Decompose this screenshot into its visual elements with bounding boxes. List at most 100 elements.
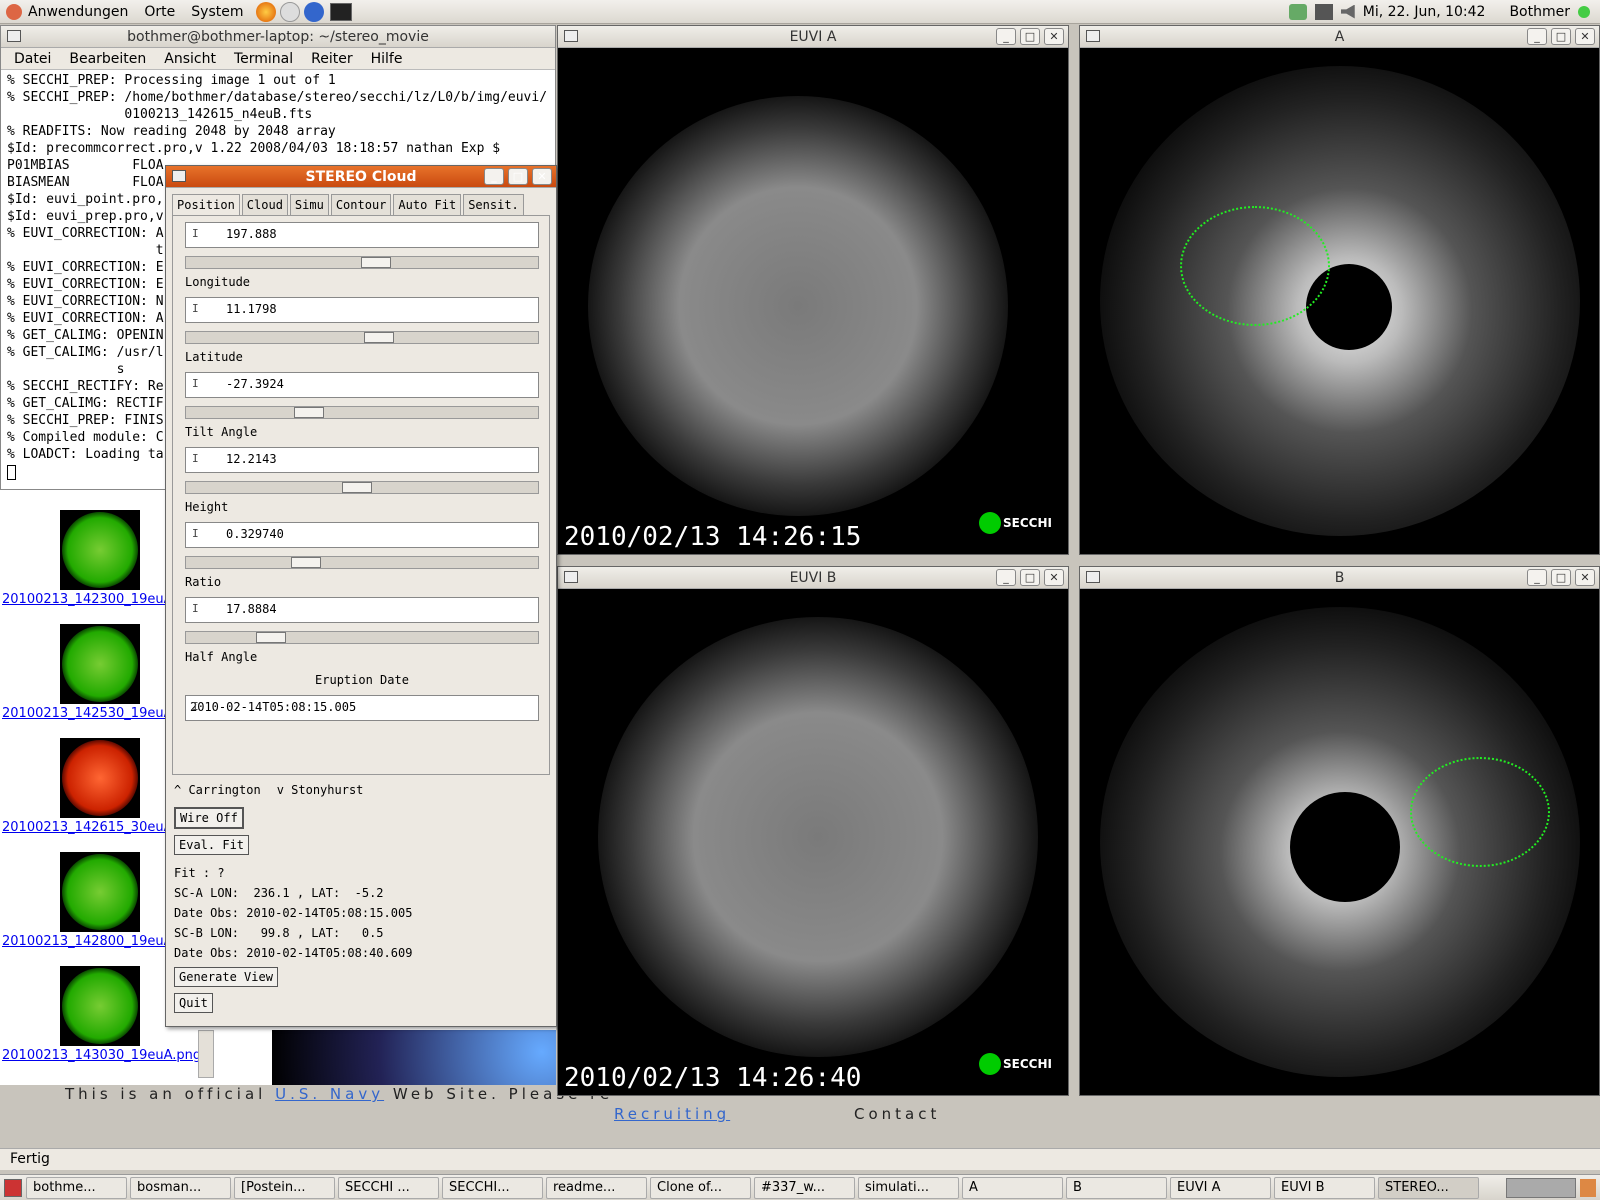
terminal-titlebar[interactable]: bothmer@bothmer-laptop: ~/stereo_movie [1,26,555,48]
taskbar-button[interactable]: [Postein... [234,1176,335,1199]
param-input-3[interactable]: 12.2143 [185,447,539,473]
menu-ansicht[interactable]: Ansicht [164,51,216,67]
menu-places[interactable]: Orte [144,4,175,20]
file-link-3[interactable]: 20100213_142615_30euA [2,820,172,835]
param-slider-3[interactable] [185,481,539,494]
thumbnail-image[interactable] [62,968,138,1044]
cloud-titlebar[interactable]: STEREO Cloud _ □ ✕ [166,166,556,188]
ubuntu-logo-icon[interactable] [6,3,22,20]
trash-icon[interactable] [1580,1178,1596,1197]
param-input-0[interactable]: 197.888 [185,222,539,248]
tab-auto-fit[interactable]: Auto Fit [393,194,462,215]
navy-link[interactable]: U.S. Navy [275,1085,384,1103]
thumbnail-frame[interactable] [60,624,140,704]
tab-contour[interactable]: Contour [330,194,392,215]
menu-applications[interactable]: Anwendungen [28,4,128,20]
a-titlebar[interactable]: A _ □ ✕ [1080,26,1599,48]
slider-knob[interactable] [294,407,325,418]
taskbar-button[interactable]: bosman... [130,1176,231,1199]
tab-sensit[interactable]: Sensit. [463,194,524,215]
network-icon[interactable] [1288,3,1307,20]
minimize-button[interactable]: _ [1527,569,1547,586]
thumbnail-frame[interactable] [60,510,140,590]
taskbar-button[interactable]: Clone of... [650,1176,751,1199]
taskbar-button[interactable]: SECCHI ... [338,1176,439,1199]
window-icon[interactable] [564,571,578,583]
param-slider-5[interactable] [185,631,539,644]
generate-view-button[interactable]: Generate View [174,967,278,987]
taskbar-button[interactable]: EUVI A [1170,1176,1271,1199]
window-icon[interactable] [1086,30,1100,42]
menu-hilfe[interactable]: Hilfe [371,51,403,67]
clock[interactable]: Mi, 22. Jun, 10:42 [1363,4,1486,20]
tab-position[interactable]: Position [172,194,240,215]
show-desktop-icon[interactable] [4,1178,22,1197]
radio-carrington[interactable]: ^ Carrington [174,783,261,797]
maximize-button[interactable]: □ [508,168,528,185]
b-titlebar[interactable]: B _ □ ✕ [1080,567,1599,589]
taskbar-button[interactable]: #337_w... [754,1176,855,1199]
maximize-button[interactable]: □ [1020,28,1040,45]
param-input-1[interactable]: 11.1798 [185,297,539,323]
contact-text[interactable]: Contact [854,1105,940,1123]
taskbar-button[interactable]: simulati... [858,1176,959,1199]
param-slider-1[interactable] [185,331,539,344]
slider-knob[interactable] [255,632,286,643]
thumbnail-image[interactable] [62,512,138,588]
file-link-4[interactable]: 20100213_142800_19euA [2,934,172,949]
workspace-switcher[interactable] [1506,1177,1576,1198]
quit-button[interactable]: Quit [174,993,213,1013]
eval-fit-button[interactable]: Eval. Fit [174,835,250,855]
radio-stonyhurst[interactable]: v Stonyhurst [277,783,364,797]
taskbar-button[interactable]: SECCHI... [442,1176,543,1199]
tab-cloud[interactable]: Cloud [241,194,288,215]
maximize-button[interactable]: □ [1551,569,1571,586]
thumbnail-frame[interactable] [60,966,140,1046]
slider-knob[interactable] [360,257,391,268]
euvi-b-titlebar[interactable]: EUVI B _ □ ✕ [558,567,1068,589]
slider-knob[interactable] [364,332,395,343]
menu-terminal[interactable]: Terminal [234,51,293,67]
minimize-button[interactable]: _ [1527,28,1547,45]
thumbnail-frame[interactable] [60,852,140,932]
user-name[interactable]: Bothmer [1509,4,1570,20]
taskbar-button[interactable]: EUVI B [1274,1176,1375,1199]
param-slider-0[interactable] [185,256,539,269]
param-slider-4[interactable] [185,556,539,569]
thumbnail-image[interactable] [62,740,138,816]
close-button[interactable]: ✕ [532,168,552,185]
taskbar-button[interactable]: B [1066,1176,1167,1199]
firefox-icon[interactable] [255,1,276,22]
param-input-2[interactable]: -27.3924 [185,372,539,398]
close-button[interactable]: ✕ [1575,28,1595,45]
taskbar-button[interactable]: readme... [546,1176,647,1199]
terminal-launcher-icon[interactable] [329,2,352,21]
euvi-a-titlebar[interactable]: EUVI A _ □ ✕ [558,26,1068,48]
thumbnail-frame[interactable] [60,738,140,818]
minimize-button[interactable]: _ [996,569,1016,586]
window-icon[interactable] [172,170,186,182]
close-button[interactable]: ✕ [1044,569,1064,586]
param-slider-2[interactable] [185,406,539,419]
file-link-1[interactable]: 20100213_142300_19euA [2,592,172,607]
menu-reiter[interactable]: Reiter [311,51,352,67]
param-input-4[interactable]: 0.329740 [185,522,539,548]
slider-knob[interactable] [290,557,321,568]
menu-datei[interactable]: Datei [14,51,51,67]
thumbnail-image[interactable] [62,854,138,930]
maximize-button[interactable]: □ [1551,28,1571,45]
file-link-2[interactable]: 20100213_142530_19euA [2,706,172,721]
window-icon[interactable] [564,30,578,42]
wire-off-button[interactable]: Wire Off [174,807,244,829]
volume-icon[interactable] [1340,4,1355,19]
menu-bearbeiten[interactable]: Bearbeiten [69,51,146,67]
taskbar-button[interactable]: STEREO... [1378,1176,1479,1199]
minimize-button[interactable]: _ [996,28,1016,45]
maximize-button[interactable]: □ [1020,569,1040,586]
recruiting-link[interactable]: Recruiting [614,1105,730,1123]
menu-system[interactable]: System [191,4,243,20]
close-button[interactable]: ✕ [1044,28,1064,45]
display-icon[interactable] [1314,3,1333,20]
close-button[interactable]: ✕ [1575,569,1595,586]
eruption-date-input[interactable]: 2010-02-14T05:08:15.005 [185,695,539,721]
